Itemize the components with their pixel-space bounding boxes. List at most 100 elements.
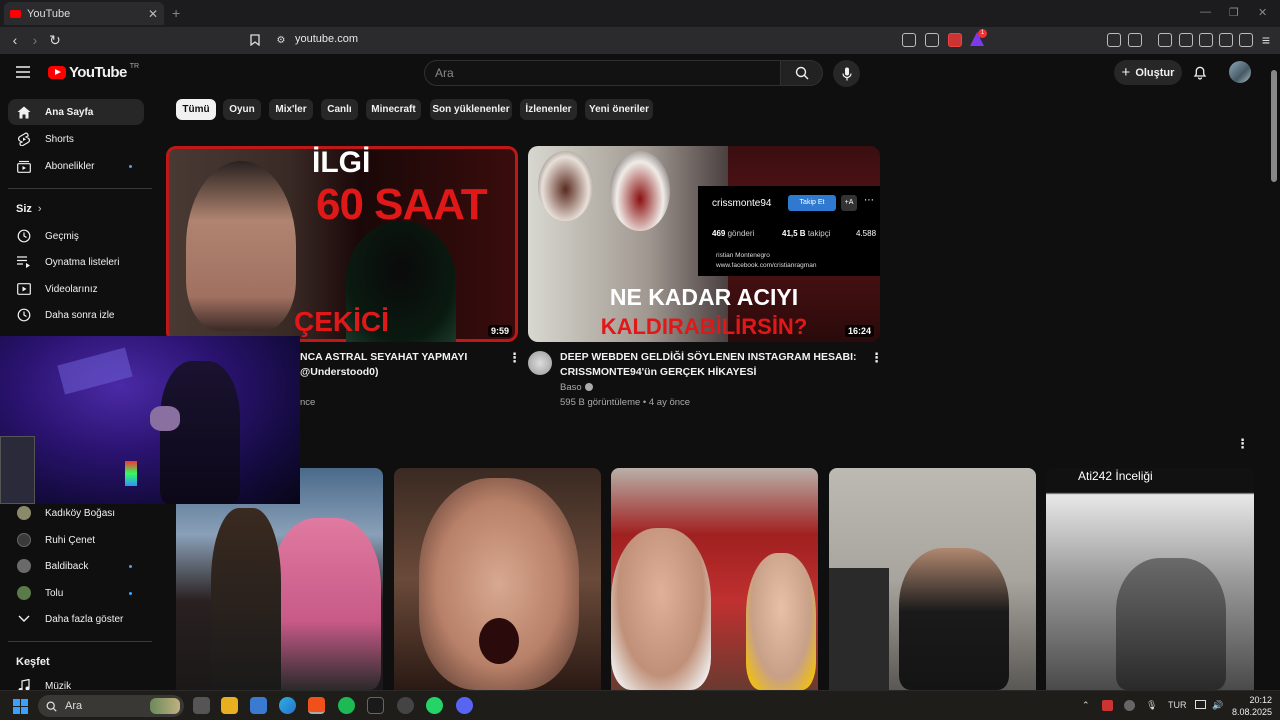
download-icon[interactable]	[1158, 33, 1172, 47]
cast-icon[interactable]	[902, 33, 916, 47]
back-icon[interactable]: ‹	[6, 31, 24, 49]
thumbnail-face	[186, 161, 296, 331]
sidebar-item-your-videos[interactable]: Videolarınız	[8, 276, 144, 302]
search-button[interactable]	[781, 60, 823, 86]
video-thumbnail[interactable]: crissmonte94 Takip Et +A ⋯ 469 gönderi 4…	[528, 146, 880, 342]
tray-microphone-icon[interactable]: 🎙	[1146, 700, 1157, 711]
tray-overflow-icon[interactable]: ⌃	[1082, 700, 1090, 711]
page-scrollbar[interactable]	[1268, 54, 1280, 690]
tab-close-icon[interactable]: ✕	[148, 7, 158, 21]
sidebar-channel-tolu[interactable]: Tolu	[8, 580, 144, 606]
short-thumbnail[interactable]	[611, 468, 818, 690]
obs-icon[interactable]	[397, 697, 414, 714]
hamburger-menu-icon[interactable]	[16, 66, 30, 78]
sidebar-toggle-icon[interactable]	[1179, 33, 1193, 47]
video-thumbnail[interactable]: İLGİ 60 SAAT ÇEKİCİ 9:59	[166, 146, 518, 342]
spotify-icon[interactable]	[338, 697, 355, 714]
tray-cloud-icon[interactable]	[1124, 700, 1135, 711]
bookmark-icon[interactable]	[246, 31, 264, 49]
keyboard-language[interactable]: TUR	[1168, 700, 1187, 710]
site-settings-icon[interactable]: ⚙	[272, 31, 290, 49]
chip-gaming[interactable]: Oyun	[223, 99, 261, 120]
video-more-icon[interactable]: ⋮	[508, 350, 521, 366]
instagram-following: 4.588	[856, 229, 877, 238]
file-explorer-icon[interactable]	[221, 697, 238, 714]
new-content-dot	[129, 565, 132, 568]
you-section-heading[interactable]: Siz ›	[16, 203, 42, 215]
minimize-icon[interactable]: —	[1200, 6, 1211, 18]
kick-app-icon[interactable]	[367, 697, 384, 714]
short-figure	[899, 548, 1009, 690]
shorts-icon	[17, 132, 31, 146]
channel-avatar[interactable]	[528, 351, 552, 375]
reload-icon[interactable]: ↻	[46, 31, 64, 49]
voice-search-button[interactable]	[833, 60, 860, 87]
tray-app-icon[interactable]	[1102, 700, 1113, 711]
channel-name[interactable]: Baso	[560, 382, 593, 393]
new-tab-button[interactable]: +	[172, 5, 180, 21]
browser-menu-icon[interactable]: ≡	[1257, 31, 1275, 49]
short-thumbnail[interactable]	[394, 468, 601, 690]
microsoft-store-icon[interactable]	[250, 697, 267, 714]
taskbar-search[interactable]: Ara	[38, 695, 184, 717]
video-title[interactable]: NCA ASTRAL SEYAHAT YAPMAYI @Understood0)	[300, 350, 505, 380]
reader-icon[interactable]	[1128, 33, 1142, 47]
short-overlay-text: Ati242 İnceliği	[1078, 469, 1153, 483]
account-avatar[interactable]	[1229, 61, 1251, 83]
sidebar-item-label: Oynatma listeleri	[45, 256, 120, 268]
task-view-icon[interactable]	[193, 697, 210, 714]
explore-heading: Keşfet	[16, 656, 50, 668]
chip-all[interactable]: Tümü	[176, 99, 216, 120]
taskbar-clock[interactable]: 20:12 8.08.2025	[1232, 694, 1272, 718]
sidebar-item-subscriptions[interactable]: Abonelikler	[8, 153, 144, 179]
shorts-shelf-more-icon[interactable]: ⋮	[1236, 436, 1249, 452]
thumbnail-text: İLGİ	[312, 146, 371, 179]
sidebar-item-playlists[interactable]: Oynatma listeleri	[8, 249, 144, 275]
leo-ai-icon[interactable]	[1219, 33, 1233, 47]
address-input[interactable]: youtube.com	[295, 33, 358, 45]
short-thumbnail[interactable]	[829, 468, 1036, 690]
maximize-icon[interactable]: ❐	[1229, 6, 1239, 19]
extension-badge: 1	[978, 29, 987, 38]
youtube-logo[interactable]: YouTube TR	[48, 63, 139, 81]
video-more-icon[interactable]: ⋮	[870, 350, 883, 366]
chip-watched[interactable]: İzlenenler	[520, 99, 577, 120]
share-icon[interactable]	[925, 33, 939, 47]
forward-icon[interactable]: ›	[26, 31, 44, 49]
wallet-icon[interactable]	[1199, 33, 1213, 47]
sidebar-item-watch-later[interactable]: Daha sonra izle	[8, 302, 144, 328]
sidebar-channel-ruhi-cenet[interactable]: Ruhi Çenet	[8, 527, 144, 553]
webcam-hand	[150, 406, 180, 431]
extensions-icon[interactable]	[1107, 33, 1121, 47]
chip-minecraft[interactable]: Minecraft	[366, 99, 421, 120]
sidebar-item-home[interactable]: Ana Sayfa	[8, 99, 144, 125]
short-face	[746, 553, 816, 690]
volume-icon[interactable]: 🔊	[1212, 700, 1223, 711]
notifications-bell-icon[interactable]	[1193, 65, 1207, 80]
sidebar-item-history[interactable]: Geçmiş	[8, 223, 144, 249]
brave-shield-icon[interactable]	[948, 33, 962, 47]
vpn-icon[interactable]	[1239, 33, 1253, 47]
sidebar-show-more[interactable]: Daha fazla göster	[8, 606, 144, 632]
brave-browser-icon[interactable]	[308, 697, 325, 714]
create-button[interactable]: + Oluştur	[1114, 60, 1182, 85]
chip-live[interactable]: Canlı	[321, 99, 358, 120]
chip-new-to-you[interactable]: Yeni öneriler	[585, 99, 653, 120]
sidebar-item-shorts[interactable]: Shorts	[8, 126, 144, 152]
chip-recently-uploaded[interactable]: Son yüklenenler	[430, 99, 512, 120]
network-icon[interactable]	[1195, 700, 1206, 709]
video-title[interactable]: DEEP WEBDEN GELDİĞİ SÖYLENEN INSTAGRAM H…	[560, 350, 860, 380]
browser-tab-youtube[interactable]: YouTube ✕	[4, 2, 164, 25]
window-close-icon[interactable]: ✕	[1258, 6, 1267, 19]
whatsapp-icon[interactable]	[426, 697, 443, 714]
search-input[interactable]	[425, 61, 780, 85]
scrollbar-thumb[interactable]	[1271, 70, 1277, 182]
chip-mixes[interactable]: Mix'ler	[269, 99, 313, 120]
edge-browser-icon[interactable]	[279, 697, 296, 714]
instagram-profile-panel: crissmonte94 Takip Et +A ⋯ 469 gönderi 4…	[698, 186, 880, 276]
short-thumbnail[interactable]: Ati242 İnceliği	[1046, 468, 1254, 690]
windows-start-icon[interactable]	[13, 699, 28, 714]
discord-icon[interactable]	[456, 697, 473, 714]
sidebar-channel-baldiback[interactable]: Baldiback	[8, 553, 144, 579]
short-figure	[271, 518, 381, 690]
